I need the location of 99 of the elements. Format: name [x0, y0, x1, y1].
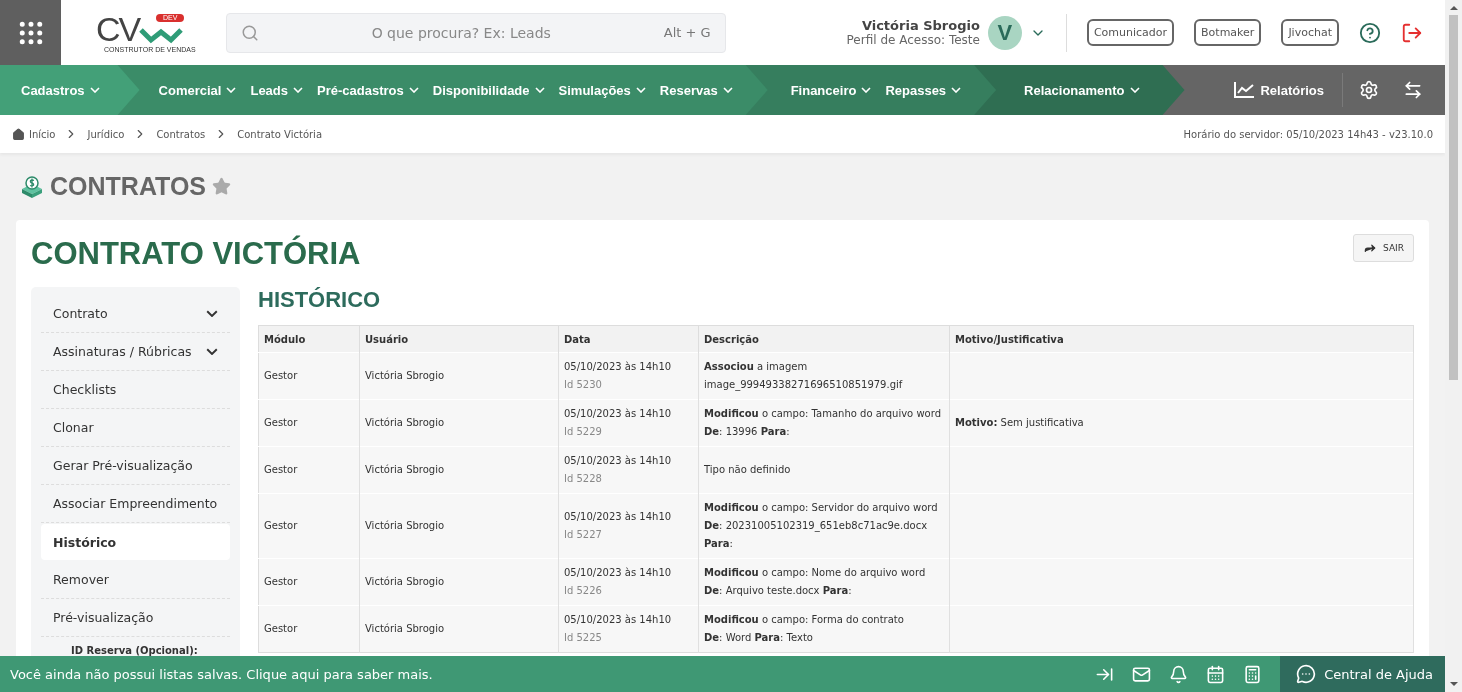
- page-title: CONTRATOS: [50, 172, 207, 201]
- sidebar-item[interactable]: Pré-visualização: [41, 599, 230, 637]
- table-cell: Victória Sbrogio: [359, 446, 559, 494]
- caret-icon: [534, 87, 545, 93]
- sidebar-item[interactable]: Contrato: [41, 295, 230, 333]
- share-arrow-icon: [1363, 241, 1378, 255]
- nav-menu-item[interactable]: Reservas: [659, 82, 733, 98]
- caret-icon: [861, 87, 872, 93]
- record-id: Id 5225: [564, 631, 603, 645]
- chat-bubble-icon: [1296, 664, 1317, 684]
- table-cell: Gestor: [258, 352, 360, 400]
- user-avatar[interactable]: V: [987, 15, 1022, 50]
- search-input[interactable]: O que procura? Ex: Leads: [268, 23, 654, 42]
- table-cell: Victória Sbrogio: [359, 352, 559, 400]
- table-cell: Gestor: [258, 605, 360, 653]
- nav-menu-item[interactable]: Pré-cadastros: [317, 82, 419, 98]
- breadcrumb-link[interactable]: Início: [29, 128, 56, 140]
- integration-button[interactable]: Botmaker: [1194, 19, 1262, 46]
- breadcrumb-link[interactable]: Contratos: [156, 128, 206, 140]
- record-id: Id 5228: [564, 472, 603, 486]
- help-icon[interactable]: [1359, 21, 1381, 44]
- table-cell: Victória Sbrogio: [359, 493, 559, 559]
- record-id: Id 5227: [564, 528, 603, 542]
- nav-menu-item[interactable]: Relacionamento: [1024, 82, 1140, 98]
- caret-icon: [1129, 87, 1140, 93]
- logo-mark: CV: [96, 14, 140, 44]
- nav-menu-item[interactable]: Disponibilidade: [432, 82, 545, 98]
- logout-icon[interactable]: [1401, 21, 1423, 44]
- sidebar-item[interactable]: Associar Empreendimento: [41, 485, 230, 523]
- table-cell: Motivo: Sem justificativa: [949, 399, 1414, 447]
- table-cell: Gestor: [258, 446, 360, 494]
- reports-link[interactable]: Relatórios: [1216, 73, 1343, 107]
- sidebar-item[interactable]: Remover: [41, 561, 230, 599]
- column-header: Descrição: [698, 325, 950, 353]
- caret-icon: [293, 87, 304, 93]
- home-icon[interactable]: [12, 127, 25, 141]
- field-label: ID Reserva (Opcional):: [70, 644, 199, 656]
- date-text: 05/10/2023 às 14h10: [564, 407, 673, 421]
- user-profile: Perfil de Acesso: Teste: [846, 33, 980, 47]
- apps-menu-button[interactable]: [0, 0, 61, 65]
- breadcrumb-link[interactable]: Jurídico: [87, 128, 125, 140]
- section-title: HISTÓRICO: [258, 287, 382, 313]
- favorite-star-icon[interactable]: [212, 177, 232, 196]
- record-id: Id 5230: [564, 378, 603, 392]
- table-cell: Modificou o campo: Servidor do arquivo word De: 20231005102319_651eb8c71ac9e.docx Para:: [698, 493, 950, 559]
- sidebar-item[interactable]: Assinaturas / Rúbricas: [41, 333, 230, 371]
- help-center-button[interactable]: Central de Ajuda: [1280, 656, 1445, 692]
- caret-icon: [89, 87, 100, 93]
- nav-menu-item[interactable]: Leads: [250, 82, 304, 98]
- caret-icon: [635, 87, 646, 93]
- table-cell: Modificou o campo: Nome do arquivo word De: Arquivo teste.docx Para:: [698, 558, 950, 606]
- table-cell: Modificou o campo: Forma do contrato De: Word Para: Texto: [698, 605, 950, 653]
- column-header: Data: [558, 325, 699, 353]
- integration-button[interactable]: Jivochat: [1281, 19, 1339, 46]
- table-cell: Victória Sbrogio: [359, 399, 559, 447]
- saved-lists-link[interactable]: Você ainda não possui listas salvas. Clique aqui para saber mais.: [0, 666, 433, 682]
- nav-menu-item[interactable]: Financeiro: [790, 82, 872, 98]
- contract-title: CONTRATO VICTÓRIA: [31, 234, 361, 272]
- record-id: Id 5229: [564, 425, 603, 439]
- server-time: Horário do servidor: 05/10/2023 14h43 - v23.10.0: [1183, 128, 1433, 140]
- column-header: Motivo/Justificativa: [949, 325, 1414, 353]
- table-cell: Victória Sbrogio: [359, 605, 559, 653]
- table-cell: Victória Sbrogio: [359, 558, 559, 606]
- date-text: 05/10/2023 às 14h10: [564, 510, 673, 524]
- date-text: 05/10/2023 às 14h10: [564, 566, 673, 580]
- date-text: 05/10/2023 às 14h10: [564, 360, 673, 374]
- table-cell: Gestor: [258, 558, 360, 606]
- breadcrumb-link[interactable]: Contrato Victória: [237, 128, 323, 140]
- nav-menu-item[interactable]: Repasses: [885, 82, 962, 98]
- integration-button[interactable]: Comunicador: [1086, 19, 1175, 46]
- money-box-icon: [20, 175, 44, 198]
- date-text: 05/10/2023 às 14h10: [564, 613, 673, 627]
- column-header: Usuário: [359, 325, 559, 353]
- table-cell: Modificou o campo: Tamanho do arquivo word De: 13996 Para:: [698, 399, 950, 447]
- record-id: Id 5226: [564, 584, 603, 598]
- exit-button[interactable]: SAIR: [1353, 234, 1414, 262]
- line-chart-icon: [1234, 82, 1255, 98]
- nav-menu-item[interactable]: Comercial: [158, 82, 237, 98]
- caret-icon: [951, 87, 962, 93]
- shortcut-hint: Alt + G: [663, 25, 711, 40]
- sidebar-item[interactable]: Clonar: [41, 409, 230, 447]
- table-cell: Tipo não definido: [698, 446, 950, 494]
- column-header: Módulo: [258, 325, 360, 353]
- user-name: Victória Sbrogio: [861, 18, 980, 33]
- chevron-icon: [206, 309, 218, 318]
- chevron-icon: [206, 347, 218, 356]
- caret-icon: [722, 87, 733, 93]
- sidebar-item[interactable]: Gerar Pré-visualização: [41, 447, 230, 485]
- date-text: 05/10/2023 às 14h10: [564, 454, 673, 468]
- table-cell: Gestor: [258, 399, 360, 447]
- table-cell: Gestor: [258, 493, 360, 559]
- search-icon: [240, 23, 259, 42]
- sidebar-item[interactable]: Histórico: [41, 524, 230, 560]
- caret-icon: [226, 87, 237, 93]
- table-cell: Associou a imagem image_99949338271696510851979.gif: [698, 352, 950, 400]
- caret-icon: [408, 87, 419, 93]
- nav-menu-item[interactable]: Simulações: [558, 82, 646, 98]
- search-field[interactable]: O que procura? Ex: Leads Alt + G: [225, 12, 726, 53]
- sidebar-item[interactable]: Checklists: [41, 371, 230, 409]
